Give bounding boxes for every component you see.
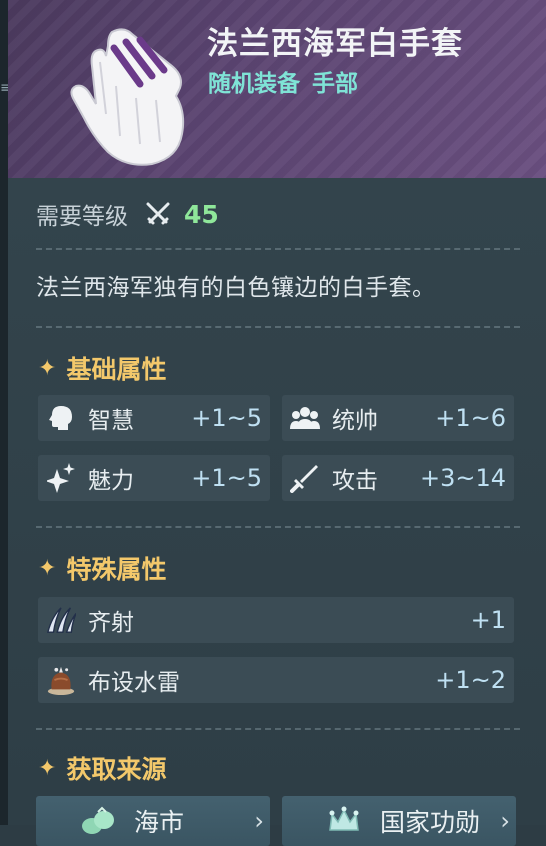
source-market-button[interactable]: 海市 › <box>36 796 270 846</box>
chevron-right-icon: › <box>254 807 264 835</box>
sparkles-icon <box>46 463 76 493</box>
crown-icon <box>329 806 359 831</box>
group-people-icon <box>290 403 320 433</box>
head-silhouette-icon <box>46 403 76 433</box>
stat-value: +1~6 <box>435 404 506 432</box>
divider <box>36 326 520 328</box>
stat-value: +3~14 <box>419 464 506 492</box>
market-icon <box>82 806 114 834</box>
special-stat-mine-laying: 布设水雷 +1~2 <box>38 657 514 703</box>
requirement-label: 需要等级 <box>36 204 128 230</box>
chevron-right-icon: › <box>500 807 510 835</box>
sources-title-label: 获取来源 <box>66 755 167 784</box>
source-label: 国家功勋 <box>380 808 481 837</box>
stat-attack: 攻击 +3~14 <box>282 455 514 501</box>
menu-edge-icon: ≡ <box>0 80 12 96</box>
star-icon: ✦ <box>38 755 57 781</box>
special-stat-volley: 齐射 +1 <box>38 597 514 643</box>
star-icon: ✦ <box>38 555 57 581</box>
divider <box>36 526 520 528</box>
base-stats-title: ✦ 基础属性 <box>38 351 166 385</box>
stat-name: 齐射 <box>88 610 134 636</box>
sources-title: ✦ 获取来源 <box>38 751 166 785</box>
divider <box>36 248 520 250</box>
source-national-merit-button[interactable]: 国家功勋 › <box>282 796 516 846</box>
item-description: 法兰西海军独有的白色镶边的白手套。 <box>36 275 436 301</box>
item-type-line: 随机装备 手部 <box>208 71 359 97</box>
stat-name: 统帅 <box>332 408 378 434</box>
item-details-panel: 需要等级 45 法兰西海军独有的白色镶边的白手套。 ✦ 基础属性 智慧 +1~5… <box>8 178 546 846</box>
stat-value: +1~5 <box>191 464 262 492</box>
stat-intelligence: 智慧 +1~5 <box>38 395 270 441</box>
base-stats-title-label: 基础属性 <box>66 355 167 384</box>
stat-name: 攻击 <box>332 468 378 494</box>
stat-name: 布设水雷 <box>88 670 180 696</box>
source-label: 海市 <box>134 808 185 837</box>
level-requirement: 需要等级 45 <box>36 196 219 232</box>
requirement-level-value: 45 <box>184 199 219 229</box>
stat-leadership: 统帅 +1~6 <box>282 395 514 441</box>
stat-value: +1~5 <box>191 404 262 432</box>
item-name: 法兰西海军白手套 <box>207 26 463 62</box>
divider <box>36 728 520 730</box>
stat-name: 智慧 <box>88 408 134 434</box>
special-stats-title-label: 特殊属性 <box>66 555 167 584</box>
sword-icon <box>290 463 320 493</box>
white-glove-icon <box>70 28 185 166</box>
special-stats-title: ✦ 特殊属性 <box>38 551 166 585</box>
volley-claw-icon <box>46 605 76 635</box>
crossed-swords-icon <box>146 202 170 225</box>
stat-name: 魅力 <box>88 468 134 494</box>
stat-value: +1~2 <box>435 666 506 694</box>
star-icon: ✦ <box>38 355 57 381</box>
sea-mine-icon <box>46 665 76 695</box>
left-edge-strip: ≡ <box>0 0 12 825</box>
item-header: 法兰西海军白手套 随机装备 手部 <box>8 0 546 178</box>
stat-value: +1 <box>470 606 506 634</box>
stat-charisma: 魅力 +1~5 <box>38 455 270 501</box>
